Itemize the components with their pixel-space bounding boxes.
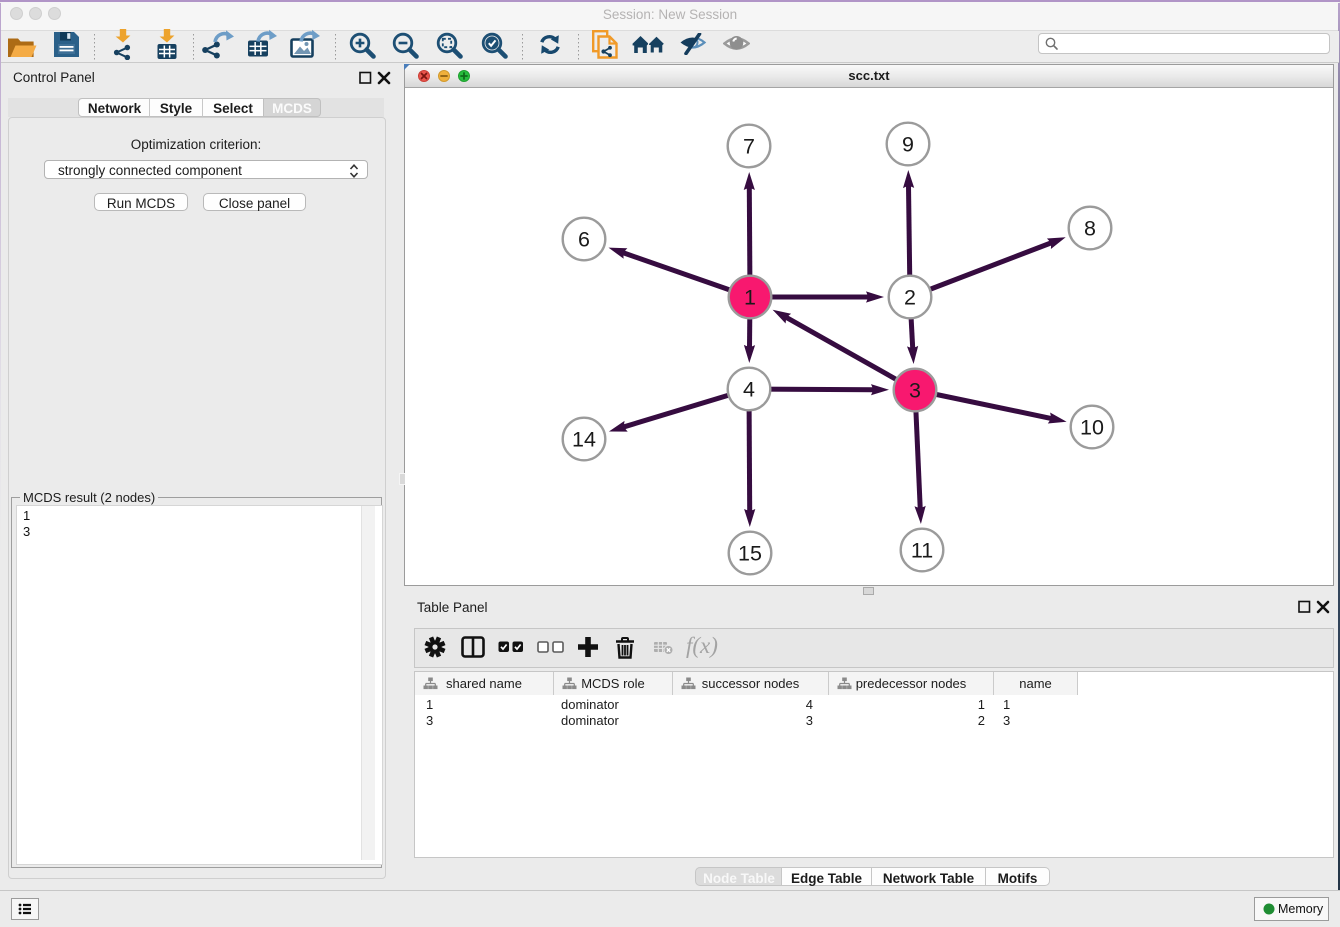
svg-text:7: 7: [743, 135, 755, 159]
svg-text:10: 10: [1080, 416, 1104, 440]
svg-text:1: 1: [744, 286, 756, 310]
svg-text:14: 14: [572, 428, 596, 452]
svg-text:8: 8: [1084, 217, 1096, 241]
svg-text:6: 6: [578, 228, 590, 252]
svg-text:15: 15: [738, 542, 762, 566]
svg-text:9: 9: [902, 133, 914, 157]
svg-text:2: 2: [904, 286, 916, 310]
svg-text:4: 4: [743, 378, 755, 402]
svg-text:11: 11: [911, 539, 933, 563]
svg-text:3: 3: [909, 379, 921, 403]
